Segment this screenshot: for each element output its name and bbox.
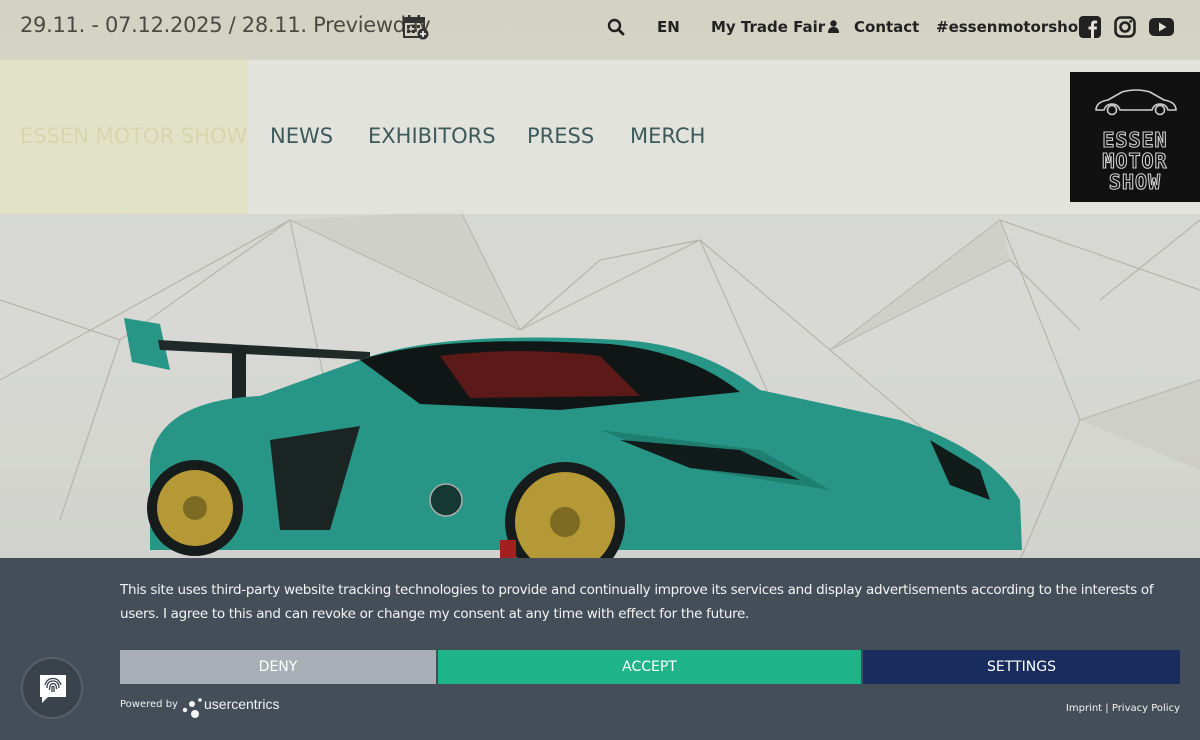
my-trade-fair-link[interactable]: My Trade Fair — [711, 18, 840, 36]
essen-motor-show-logo[interactable]: ESSEN MOTOR SHOW — [1070, 72, 1200, 202]
language-switch[interactable]: EN — [657, 18, 680, 36]
cookie-consent-text: This site uses third-party website track… — [120, 582, 1154, 622]
privacy-settings-button[interactable] — [21, 657, 83, 719]
legal-separator: | — [1105, 703, 1109, 714]
sports-car-image — [124, 318, 1022, 560]
powered-by-label: Powered by — [120, 699, 178, 710]
logo-line-2: MOTOR — [1102, 149, 1168, 173]
legal-links: Imprint | Privacy Policy — [1066, 703, 1180, 714]
event-date: 29.11. - 07.12.2025 / 28.11. Previewday — [20, 13, 431, 37]
logo-line-1: ESSEN — [1102, 128, 1168, 152]
accept-button[interactable]: ACCEPT — [438, 650, 861, 684]
my-trade-fair-label: My Trade Fair — [711, 18, 826, 36]
brand-link[interactable]: ESSEN MOTOR SHOW — [20, 124, 247, 148]
top-bar: 29.11. - 07.12.2025 / 28.11. Previewday … — [0, 0, 1200, 60]
main-navigation: ESSEN MOTOR SHOW NEWS EXHIBITORS PRESS M… — [0, 60, 1200, 214]
youtube-icon[interactable] — [1149, 16, 1174, 38]
nav-item-exhibitors[interactable]: EXHIBITORS — [368, 124, 496, 148]
instagram-icon[interactable] — [1114, 16, 1136, 38]
privacy-policy-link[interactable]: Privacy Policy — [1112, 703, 1180, 714]
settings-button[interactable]: SETTINGS — [863, 650, 1180, 684]
search-icon[interactable] — [607, 18, 625, 36]
nav-item-news[interactable]: NEWS — [270, 124, 333, 148]
usercentrics-logo[interactable]: usercentrics — [204, 696, 279, 712]
imprint-link[interactable]: Imprint — [1066, 703, 1102, 714]
logo-line-3: SHOW — [1108, 170, 1162, 194]
hashtag-link[interactable]: #essenmotorshow — [936, 18, 1092, 36]
nav-item-press[interactable]: PRESS — [527, 124, 594, 148]
deny-button[interactable]: DENY — [120, 650, 436, 684]
user-icon — [828, 20, 840, 33]
calendar-icon[interactable] — [403, 14, 429, 40]
car-silhouette-icon — [1095, 89, 1177, 116]
nav-item-merch[interactable]: MERCH — [630, 124, 705, 148]
fingerprint-icon — [40, 675, 66, 703]
contact-link[interactable]: Contact — [854, 18, 919, 36]
cookie-consent-banner: This site uses third-party website track… — [0, 558, 1200, 740]
facebook-icon[interactable] — [1079, 16, 1101, 38]
